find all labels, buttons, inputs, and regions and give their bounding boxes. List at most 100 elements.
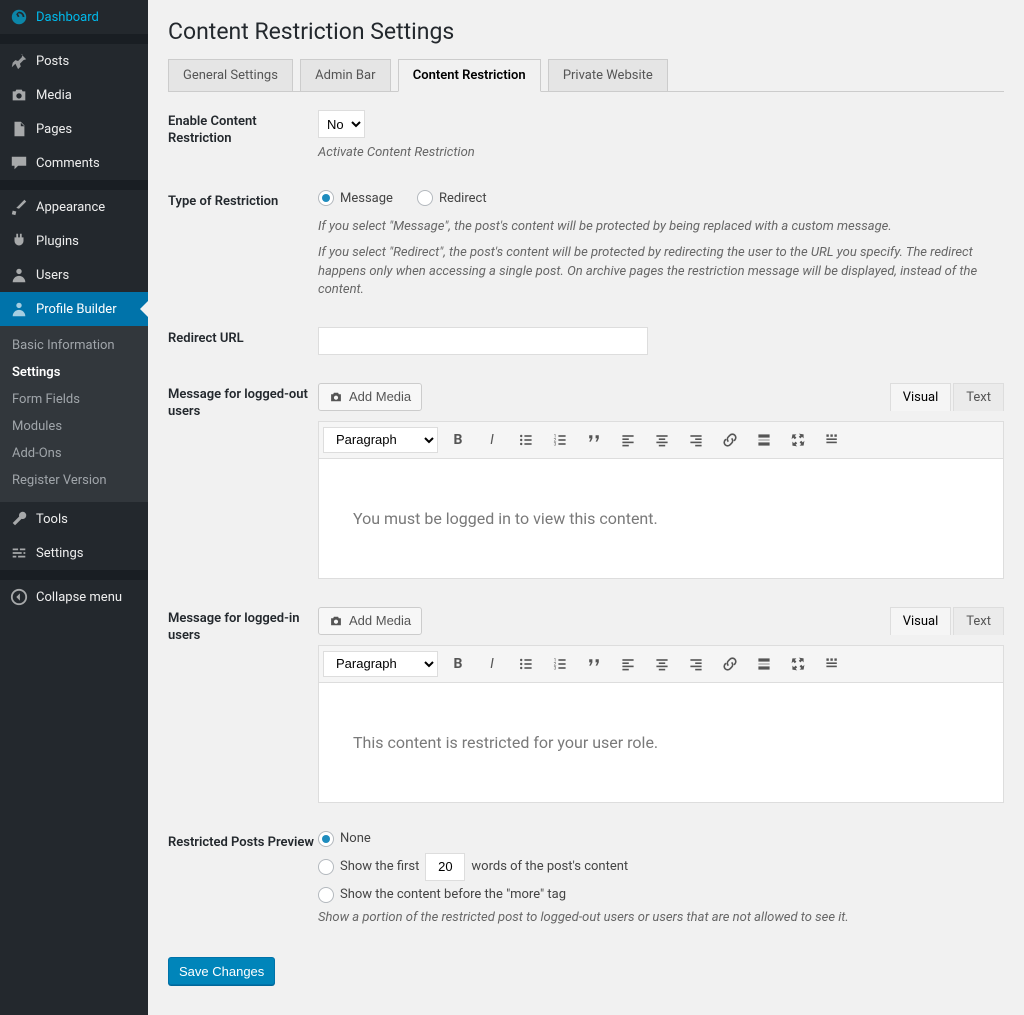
numbered-list-icon[interactable]: 123 — [546, 426, 574, 454]
tab-admin-bar[interactable]: Admin Bar — [300, 59, 390, 91]
sidebar-item-users[interactable]: Users — [0, 258, 148, 292]
tab-content-restriction[interactable]: Content Restriction — [398, 59, 541, 92]
sidebar-label: Media — [36, 88, 72, 103]
sidebar-label: Dashboard — [36, 10, 99, 25]
brush-icon — [10, 198, 28, 216]
sidebar-item-media[interactable]: Media — [0, 78, 148, 112]
bullet-list-icon[interactable] — [512, 426, 540, 454]
camera-icon — [329, 390, 343, 404]
radio-preview-more[interactable] — [318, 887, 334, 903]
type-label: Type of Restriction — [168, 190, 318, 299]
editor-text-tab[interactable]: Text — [953, 383, 1004, 411]
bullet-list-icon[interactable] — [512, 650, 540, 678]
sidebar-item-plugins[interactable]: Plugins — [0, 224, 148, 258]
enable-select[interactable]: No — [318, 110, 365, 138]
bold-icon[interactable]: B — [444, 426, 472, 454]
sidebar-item-dashboard[interactable]: Dashboard — [0, 0, 148, 34]
toolbar-toggle-icon[interactable] — [818, 650, 846, 678]
submenu-add-ons[interactable]: Add-Ons — [0, 440, 148, 467]
align-center-icon[interactable] — [648, 650, 676, 678]
align-center-icon[interactable] — [648, 426, 676, 454]
sidebar-label: Collapse menu — [36, 590, 122, 605]
sidebar-label: Pages — [36, 122, 72, 137]
settings-tabs: General Settings Admin Bar Content Restr… — [168, 59, 1004, 92]
sidebar-label: Plugins — [36, 234, 79, 249]
align-right-icon[interactable] — [682, 426, 710, 454]
readmore-icon[interactable] — [750, 426, 778, 454]
sidebar-item-profile-builder[interactable]: Profile Builder — [0, 292, 148, 326]
editor-visual-tab[interactable]: Visual — [890, 383, 952, 411]
align-left-icon[interactable] — [614, 650, 642, 678]
msg-in-label: Message for logged-in users — [168, 607, 318, 803]
sidebar-label: Posts — [36, 54, 69, 69]
italic-icon[interactable]: I — [478, 426, 506, 454]
readmore-icon[interactable] — [750, 650, 778, 678]
sidebar-item-pages[interactable]: Pages — [0, 112, 148, 146]
align-left-icon[interactable] — [614, 426, 642, 454]
quote-icon[interactable] — [580, 650, 608, 678]
radio-message-label: Message — [340, 191, 393, 206]
editor-visual-tab[interactable]: Visual — [890, 607, 952, 635]
page-title: Content Restriction Settings — [168, 18, 1004, 45]
radio-preview-none[interactable] — [318, 831, 334, 847]
sliders-icon — [10, 544, 28, 562]
tab-general[interactable]: General Settings — [168, 59, 293, 91]
sidebar-submenu: Basic Information Settings Form Fields M… — [0, 326, 148, 502]
wrench-icon — [10, 510, 28, 528]
radio-preview-words-before: Show the first — [340, 859, 419, 874]
sidebar-item-posts[interactable]: Posts — [0, 44, 148, 78]
preview-label: Restricted Posts Preview — [168, 831, 318, 927]
add-media-button[interactable]: Add Media — [318, 383, 422, 411]
svg-text:3: 3 — [554, 442, 557, 448]
sidebar-item-settings[interactable]: Settings — [0, 536, 148, 570]
editor-text-tab[interactable]: Text — [953, 607, 1004, 635]
type-desc-1: If you select "Message", the post's cont… — [318, 218, 1004, 236]
radio-preview-more-label: Show the content before the "more" tag — [340, 887, 566, 902]
tab-private-website[interactable]: Private Website — [548, 59, 668, 91]
align-right-icon[interactable] — [682, 650, 710, 678]
sidebar-item-tools[interactable]: Tools — [0, 502, 148, 536]
fullscreen-icon[interactable] — [784, 426, 812, 454]
format-select[interactable]: Paragraph — [323, 651, 438, 677]
sidebar-label: Appearance — [36, 200, 105, 215]
words-count-input[interactable] — [425, 853, 465, 881]
camera-icon — [10, 86, 28, 104]
radio-message[interactable] — [318, 190, 334, 206]
bold-icon[interactable]: B — [444, 650, 472, 678]
radio-redirect[interactable] — [417, 190, 433, 206]
admin-sidebar: Dashboard Posts Media Pages Comments App… — [0, 0, 148, 1015]
submenu-modules[interactable]: Modules — [0, 413, 148, 440]
submenu-register-version[interactable]: Register Version — [0, 467, 148, 494]
sidebar-label: Users — [36, 268, 69, 283]
save-changes-button[interactable]: Save Changes — [168, 957, 275, 985]
link-icon[interactable] — [716, 426, 744, 454]
fullscreen-icon[interactable] — [784, 650, 812, 678]
page-icon — [10, 120, 28, 138]
editor-content-in[interactable]: This content is restricted for your user… — [319, 683, 1003, 802]
quote-icon[interactable] — [580, 426, 608, 454]
editor-logged-out: Paragraph B I 123 You must — [318, 421, 1004, 579]
editor-content-out[interactable]: You must be logged in to view this conte… — [319, 459, 1003, 578]
format-select[interactable]: Paragraph — [323, 427, 438, 453]
sidebar-item-comments[interactable]: Comments — [0, 146, 148, 180]
sidebar-label: Tools — [36, 512, 68, 527]
numbered-list-icon[interactable]: 123 — [546, 650, 574, 678]
submenu-basic-info[interactable]: Basic Information — [0, 332, 148, 359]
preview-desc: Show a portion of the restricted post to… — [318, 909, 1004, 927]
submenu-form-fields[interactable]: Form Fields — [0, 386, 148, 413]
radio-preview-words[interactable] — [318, 859, 334, 875]
msg-out-label: Message for logged-out users — [168, 383, 318, 579]
plug-icon — [10, 232, 28, 250]
add-media-button[interactable]: Add Media — [318, 607, 422, 635]
link-icon[interactable] — [716, 650, 744, 678]
user-icon — [10, 300, 28, 318]
submenu-settings[interactable]: Settings — [0, 359, 148, 386]
user-icon — [10, 266, 28, 284]
sidebar-label: Comments — [36, 156, 100, 171]
sidebar-item-appearance[interactable]: Appearance — [0, 190, 148, 224]
italic-icon[interactable]: I — [478, 650, 506, 678]
radio-preview-words-after: words of the post's content — [471, 859, 628, 874]
redirect-url-input[interactable] — [318, 327, 648, 355]
sidebar-collapse[interactable]: Collapse menu — [0, 580, 148, 614]
toolbar-toggle-icon[interactable] — [818, 426, 846, 454]
